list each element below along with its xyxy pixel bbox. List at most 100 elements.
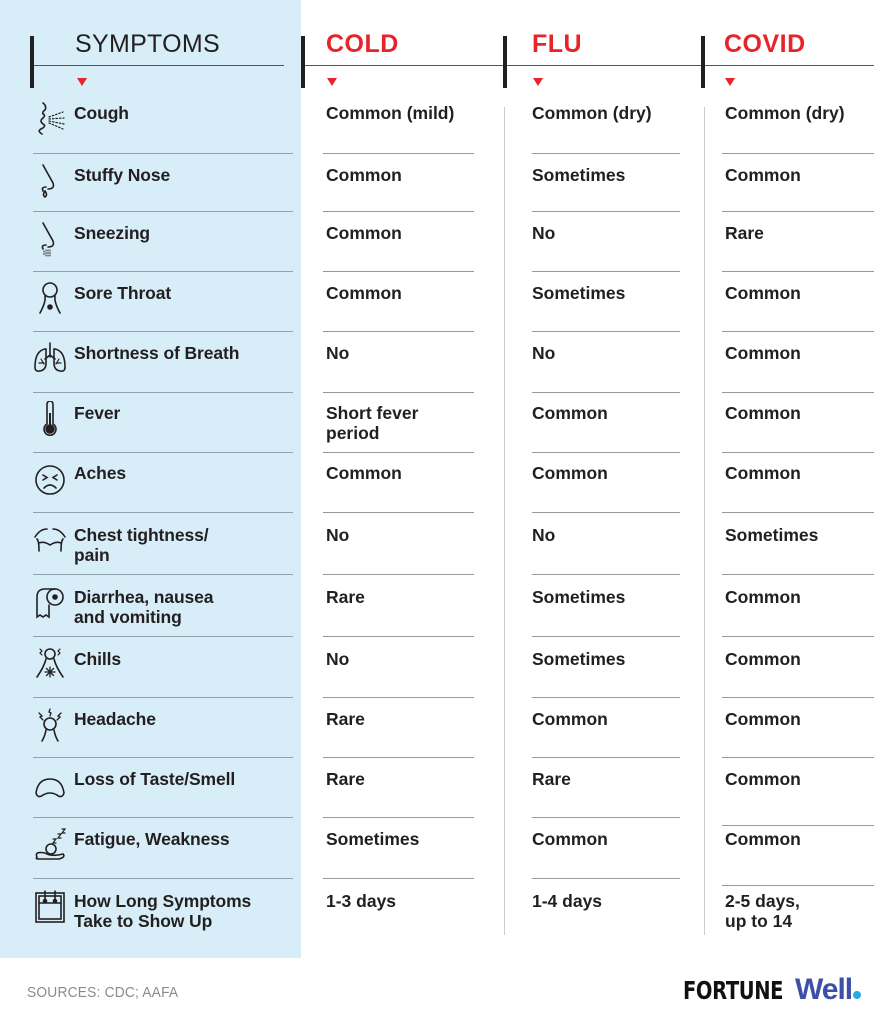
cold-cell: Common <box>326 223 402 243</box>
covid-cell: Common <box>725 343 801 363</box>
cold-cell: 1-3 days <box>326 891 397 911</box>
cell-divider <box>532 697 680 698</box>
header-rule <box>34 65 284 66</box>
cell-divider <box>532 211 680 212</box>
cell-divider <box>323 512 474 513</box>
cold-cell: Common (mild) <box>326 103 455 123</box>
flu-cell: 1-4 days <box>532 891 603 911</box>
cell-divider <box>722 636 874 637</box>
cell-divider <box>323 817 474 818</box>
cell-divider <box>323 697 474 698</box>
flu-cell: Common <box>532 829 608 849</box>
flu-cell: Common <box>532 709 608 729</box>
headache-icon <box>30 707 70 747</box>
covid-cell: Common <box>725 587 801 607</box>
table-row: Stuffy Nose <box>30 164 293 203</box>
cold-cell: Rare <box>326 769 365 789</box>
cell-divider <box>722 452 874 453</box>
covid-cell: Common (dry) <box>725 103 845 123</box>
cell-divider <box>722 331 874 332</box>
down-arrow-icon <box>725 78 735 86</box>
table-row: Chest tightness/ pain <box>30 525 293 565</box>
cell-divider <box>722 697 874 698</box>
row-divider <box>33 271 293 272</box>
flu-cell: No <box>532 525 556 545</box>
covid-header: COVID <box>724 30 806 58</box>
flu-cell: No <box>532 343 556 363</box>
cell-divider <box>323 878 474 879</box>
row-divider <box>33 392 293 393</box>
header-tick <box>701 36 705 88</box>
table-row: Cough <box>30 102 293 141</box>
cell-divider <box>323 271 474 272</box>
column-divider <box>704 107 705 935</box>
cell-divider <box>722 885 874 886</box>
cell-divider <box>323 331 474 332</box>
symptom-label: Headache <box>74 709 156 729</box>
cold-cell: Common <box>326 165 402 185</box>
cell-divider <box>532 817 680 818</box>
symptoms-header: SYMPTOMS <box>75 30 221 58</box>
cell-divider <box>532 512 680 513</box>
cell-divider <box>532 452 680 453</box>
cold-cell: No <box>326 343 350 363</box>
chills-icon <box>30 647 70 687</box>
row-divider <box>33 153 293 154</box>
logo-well-text: Well <box>795 973 853 1006</box>
cell-divider <box>323 392 474 393</box>
symptom-label: Fatigue, Weakness <box>74 829 230 849</box>
symptom-label: Aches <box>74 463 127 483</box>
lungs-icon <box>30 341 70 381</box>
row-divider <box>33 878 293 879</box>
header-rule <box>305 65 503 66</box>
table-row: Sneezing <box>30 222 293 261</box>
covid-cell: Common <box>725 283 801 303</box>
table-row: Shortness of Breath <box>30 341 293 381</box>
cold-header: COLD <box>326 30 399 58</box>
table-row: Loss of Taste/Smell <box>30 769 293 807</box>
cell-divider <box>722 574 874 575</box>
cold-cell: Rare <box>326 709 365 729</box>
flu-cell: No <box>532 223 556 243</box>
chest-icon <box>30 523 70 563</box>
cell-divider <box>532 636 680 637</box>
logo-fortune-text: FORTUNE <box>683 976 784 1005</box>
flu-cell: Sometimes <box>532 165 626 185</box>
symptom-label: Shortness of Breath <box>74 343 240 363</box>
cold-cell: Rare <box>326 587 365 607</box>
flu-cell: Sometimes <box>532 587 626 607</box>
cell-divider <box>323 574 474 575</box>
symptom-label: Loss of Taste/Smell <box>74 769 236 789</box>
table-row: Diarrhea, nausea and vomiting <box>30 587 293 627</box>
flu-cell: Sometimes <box>532 283 626 303</box>
cell-divider <box>532 271 680 272</box>
down-arrow-icon <box>77 78 87 86</box>
covid-cell: 2-5 days, up to 14 <box>725 891 800 931</box>
covid-cell: Common <box>725 463 801 483</box>
cold-cell: Common <box>326 463 402 483</box>
symptom-label: Stuffy Nose <box>74 165 171 185</box>
fortune-well-logo: FORTUNE Well <box>683 973 862 1007</box>
cell-divider <box>722 211 874 212</box>
covid-cell: Common <box>725 709 801 729</box>
cell-divider <box>532 757 680 758</box>
table-row: Fever <box>30 401 293 441</box>
sources-note: SOURCES: CDC; AAFA <box>27 984 179 1001</box>
cold-cell: No <box>326 649 350 669</box>
cell-divider <box>323 211 474 212</box>
cell-divider <box>722 825 874 826</box>
flu-header: FLU <box>532 30 583 58</box>
table-row: Sore Throat <box>30 282 293 321</box>
flu-cell: Common <box>532 403 608 423</box>
cell-divider <box>532 153 680 154</box>
pained-face-icon <box>30 461 70 501</box>
table-row: Aches <box>30 463 293 501</box>
cell-divider <box>323 153 474 154</box>
toilet-paper-icon <box>30 585 70 625</box>
cell-divider <box>722 153 874 154</box>
table-row: Fatigue, Weakness <box>30 828 293 867</box>
symptom-label: Cough <box>74 103 129 123</box>
thermometer-icon <box>30 401 70 441</box>
row-divider <box>33 452 293 453</box>
cold-cell: No <box>326 525 350 545</box>
